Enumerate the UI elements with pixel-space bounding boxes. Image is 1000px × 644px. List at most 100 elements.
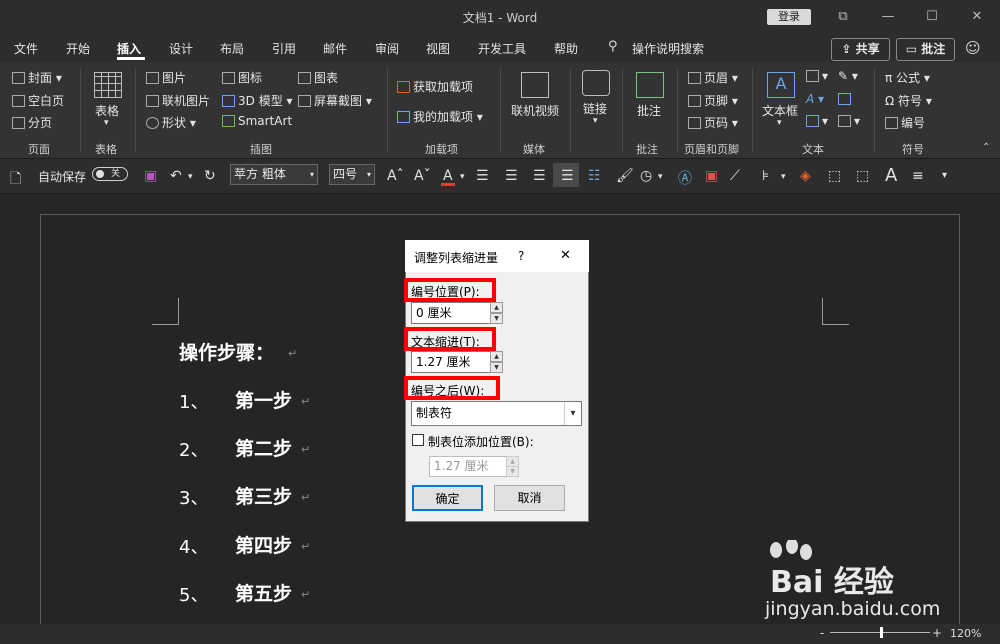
list-item-text[interactable]: 第四步 <box>235 531 292 558</box>
tab-help[interactable]: 帮助 <box>554 40 578 57</box>
shapes-button[interactable]: 形状 ▾ <box>146 114 196 131</box>
document-heading[interactable]: 操作步骤： <box>179 338 274 365</box>
shrink-font-icon[interactable]: Aˇ <box>414 168 431 184</box>
blank-page-button[interactable]: 空白页 <box>12 92 64 109</box>
rotate-icon[interactable]: ⬚ <box>856 168 869 184</box>
links-button[interactable]: 链接 <box>583 100 607 117</box>
redo-icon[interactable]: ↻ <box>204 168 216 184</box>
minimize-button[interactable]: — <box>878 8 898 26</box>
screenshot-button[interactable]: 屏幕截图 ▾ <box>298 92 372 109</box>
spin-down-icon[interactable]: ▼ <box>506 466 519 477</box>
align-objects-icon[interactable]: ⊧ <box>762 168 769 184</box>
new-comment-button[interactable]: 批注 <box>637 102 661 119</box>
share-button[interactable]: ⇪ 共享 <box>831 38 890 61</box>
bring-forward-icon[interactable]: ◈ <box>800 168 811 184</box>
font-size-select[interactable]: 四号 ▾ <box>329 164 375 185</box>
undo-dropdown-icon[interactable]: ▾ <box>188 172 193 182</box>
zoom-level[interactable]: 120% <box>950 627 981 640</box>
signature-line-icon[interactable]: ✎ ▾ <box>838 69 858 83</box>
feedback-smile-icon[interactable]: ☺ <box>965 39 981 57</box>
links-dropdown-icon[interactable]: ▾ <box>593 116 598 126</box>
list-item-text[interactable]: 第一步 <box>235 386 292 413</box>
number-button[interactable]: 编号 <box>885 114 925 131</box>
restore-button[interactable]: ☐ <box>922 8 942 26</box>
help-icon[interactable]: ? <box>518 249 524 263</box>
online-pictures-button[interactable]: 联机图片 <box>146 92 210 109</box>
get-addins-button[interactable]: 获取加载项 <box>397 78 473 95</box>
align-right-icon[interactable]: ☰ <box>533 168 546 184</box>
icons-button[interactable]: 图标 <box>222 69 262 86</box>
tab-design[interactable]: 设计 <box>169 40 193 57</box>
zoom-slider-thumb[interactable] <box>880 627 883 638</box>
tab-view[interactable]: 视图 <box>426 40 450 57</box>
add-tab-checkbox[interactable] <box>412 434 424 446</box>
close-button[interactable]: ✕ <box>967 8 987 26</box>
format-painter-icon[interactable]: 🖌 <box>616 168 634 184</box>
date-time-icon[interactable] <box>838 92 854 106</box>
list-item-text[interactable]: 第五步 <box>235 579 292 606</box>
online-video-button[interactable]: 联机视频 <box>511 102 559 119</box>
page-break-button[interactable]: 分页 <box>12 114 52 131</box>
font-name-select[interactable]: 苹方 粗体 ▾ <box>230 164 318 185</box>
picture-icon[interactable]: ▣ <box>705 168 718 184</box>
tab-home[interactable]: 开始 <box>66 40 90 57</box>
font-color-dropdown-icon[interactable]: ▾ <box>460 172 465 182</box>
header-button[interactable]: 页眉 ▾ <box>688 69 738 86</box>
customize-qat-icon[interactable]: ▾ <box>942 170 947 181</box>
align-dropdown-icon[interactable]: ▾ <box>781 172 786 182</box>
text-box-button[interactable]: 文本框 <box>762 102 798 119</box>
tab-file[interactable]: 文件 <box>14 40 38 57</box>
ok-button[interactable]: 确定 <box>412 485 483 511</box>
line-spacing-icon[interactable]: ≡ <box>912 168 924 184</box>
collapse-ribbon-icon[interactable]: ⌃ <box>982 142 990 153</box>
text-box-icon[interactable]: Ⓐ <box>678 168 692 188</box>
chart-button[interactable]: 图表 <box>298 69 338 86</box>
autosave-toggle[interactable]: 关 <box>92 167 128 181</box>
new-document-icon[interactable]: 🗋 <box>10 168 21 192</box>
spin-down-icon[interactable]: ▼ <box>490 362 503 373</box>
cancel-button[interactable]: 取消 <box>494 485 565 511</box>
wordart-icon[interactable]: A ▾ <box>806 92 824 106</box>
login-button[interactable]: 登录 <box>767 9 811 25</box>
footer-button[interactable]: 页脚 ▾ <box>688 92 738 109</box>
ribbon-display-options-icon[interactable]: ⧉ <box>833 8 853 26</box>
zoom-in-button[interactable]: + <box>932 626 942 640</box>
edit-shape-icon[interactable]: ⟋ <box>730 168 740 184</box>
object-icon[interactable]: ▾ <box>838 114 860 128</box>
comments-button[interactable]: ▭ 批注 <box>896 38 955 61</box>
spin-down-icon[interactable]: ▼ <box>490 313 503 324</box>
chevron-down-icon[interactable]: ▾ <box>564 402 581 425</box>
close-icon[interactable]: ✕ <box>560 248 571 263</box>
cover-page-button[interactable]: 封面 ▾ <box>12 69 62 86</box>
distributed-icon[interactable]: ☷ <box>588 168 601 184</box>
tab-layout[interactable]: 布局 <box>220 40 244 57</box>
shapes-dropdown-icon[interactable]: ▾ <box>658 172 663 182</box>
wrap-text-icon[interactable]: ⬚ <box>828 168 841 184</box>
symbol-button[interactable]: Ω 符号 ▾ <box>885 92 932 109</box>
tab-review[interactable]: 审阅 <box>375 40 399 57</box>
smartart-button[interactable]: SmartArt <box>222 114 292 128</box>
tab-references[interactable]: 引用 <box>272 40 296 57</box>
tab-developer[interactable]: 开发工具 <box>478 40 526 57</box>
my-addins-button[interactable]: 我的加载项 ▾ <box>397 108 483 125</box>
text-effects-icon[interactable]: A <box>885 165 897 186</box>
table-dropdown-icon[interactable]: ▾ <box>104 118 109 128</box>
drop-cap-icon[interactable]: ▾ <box>806 114 828 128</box>
table-button[interactable]: 表格 <box>95 102 119 119</box>
save-icon[interactable]: ▣ <box>144 168 157 184</box>
undo-icon[interactable]: ↶ <box>170 168 182 184</box>
equation-button[interactable]: π 公式 ▾ <box>885 69 930 86</box>
justify-icon[interactable]: ☰ <box>561 168 574 184</box>
list-item-text[interactable]: 第三步 <box>235 482 292 509</box>
add-tab-input[interactable]: 1.27 厘米 <box>429 456 507 477</box>
tab-insert[interactable]: 插入 <box>117 40 141 57</box>
text-box-dropdown-icon[interactable]: ▾ <box>777 118 782 128</box>
align-center-icon[interactable]: ☰ <box>505 168 518 184</box>
list-item-text[interactable]: 第二步 <box>235 434 292 461</box>
page-number-button[interactable]: 页码 ▾ <box>688 114 738 131</box>
text-indent-input[interactable]: 1.27 厘米 <box>411 351 491 373</box>
number-position-input[interactable]: 0 厘米 <box>411 302 491 324</box>
spin-up-icon[interactable]: ▲ <box>490 351 503 362</box>
follow-number-select[interactable]: 制表符 <box>411 401 582 426</box>
pictures-button[interactable]: 图片 <box>146 69 186 86</box>
